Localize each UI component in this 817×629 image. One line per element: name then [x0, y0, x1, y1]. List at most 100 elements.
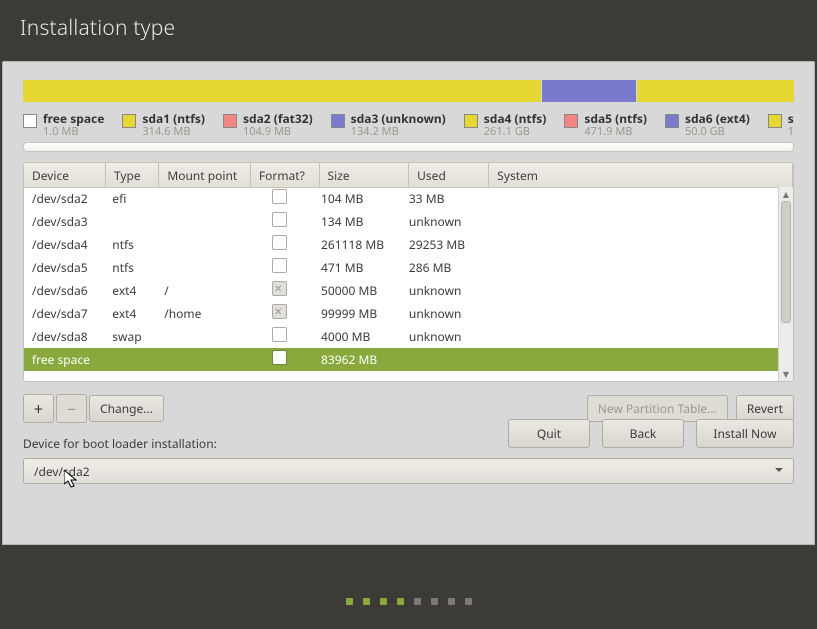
cell-size: 261118 MB — [313, 236, 401, 253]
legend-swatch — [223, 114, 237, 128]
legend-item: sda6 (ext4)50.0 GB — [665, 112, 750, 138]
pager-pip — [380, 598, 387, 605]
cell-type: ntfs — [104, 236, 156, 253]
cell-mount: / — [156, 282, 246, 299]
format-checkbox[interactable] — [272, 189, 287, 204]
table-row[interactable]: free space 83962 MB — [24, 348, 779, 371]
legend-swatch — [564, 114, 578, 128]
cell-device: free space — [24, 351, 104, 368]
cell-size: 134 MB — [313, 213, 401, 230]
table-row[interactable]: /dev/sda7ext4/home 99999 MBunknown — [24, 302, 779, 325]
pager-pip — [414, 598, 421, 605]
legend-swatch — [665, 114, 679, 128]
cell-type: efi — [104, 190, 156, 207]
legend-size: 134.2 MB — [351, 126, 446, 139]
legend-scrollbar[interactable] — [23, 142, 794, 152]
format-checkbox[interactable] — [272, 327, 287, 342]
pager-pip — [346, 598, 353, 605]
table-row[interactable]: /dev/sda2efi104 MB33 MB — [24, 187, 779, 210]
table-row[interactable]: /dev/sda3 134 MBunknown — [24, 210, 779, 233]
legend-item: sda4 (ntfs)261.1 GB — [464, 112, 547, 138]
cell-size: 50000 MB — [313, 282, 401, 299]
cell-type: swap — [104, 328, 156, 345]
cell-device: /dev/sda6 — [24, 282, 104, 299]
legend-item: sda5 (ntfs)471.9 MB — [564, 112, 647, 138]
column-header[interactable]: Size — [320, 163, 410, 187]
format-checkbox[interactable] — [272, 304, 287, 319]
cell-size: 4000 MB — [313, 328, 401, 345]
legend-item: sda1 (ntfs)314.6 MB — [122, 112, 205, 138]
cell-used: unknown — [401, 213, 479, 230]
format-checkbox[interactable] — [272, 281, 287, 296]
column-header[interactable]: Format? — [251, 163, 320, 187]
legend-size: 104.9 MB — [243, 126, 313, 139]
cell-device: /dev/sda3 — [24, 213, 104, 230]
add-partition-button[interactable]: + — [23, 394, 54, 423]
cell-device: /dev/sda7 — [24, 305, 104, 322]
cell-device: /dev/sda8 — [24, 328, 104, 345]
partition-strip — [23, 80, 794, 102]
change-partition-button[interactable]: Change... — [89, 395, 164, 422]
cell-device: /dev/sda4 — [24, 236, 104, 253]
legend-size: 314.6 MB — [142, 126, 205, 139]
legend-size: 471.9 MB — [584, 126, 647, 139]
scroll-thumb[interactable] — [781, 201, 791, 323]
page-title: Installation type — [20, 14, 175, 42]
pager-pip — [397, 598, 404, 605]
table-row[interactable]: /dev/sda6ext4/ 50000 MBunknown — [24, 279, 779, 302]
cell-size: 83962 MB — [313, 351, 401, 368]
column-header[interactable]: Mount point — [159, 163, 251, 187]
scroll-down-icon[interactable]: ▼ — [779, 367, 793, 381]
column-header[interactable]: System — [489, 163, 793, 187]
cell-used: unknown — [401, 328, 479, 345]
column-header[interactable]: Device — [24, 163, 106, 187]
table-row[interactable]: /dev/sda4ntfs 261118 MB29253 MB — [24, 233, 779, 256]
quit-button[interactable]: Quit — [508, 419, 590, 448]
legend-item: sda7 (e100.0 GE — [768, 112, 794, 138]
pager-pip — [431, 598, 438, 605]
cell-size: 471 MB — [313, 259, 401, 276]
legend-swatch — [464, 114, 478, 128]
scroll-up-icon[interactable]: ▲ — [779, 187, 793, 201]
cell-size: 99999 MB — [313, 305, 401, 322]
format-checkbox[interactable] — [272, 350, 287, 365]
cell-used: 29253 MB — [401, 236, 479, 253]
column-header[interactable]: Used — [409, 163, 489, 187]
table-row[interactable]: /dev/sda8swap 4000 MBunknown — [24, 325, 779, 348]
legend-size: 50.0 GB — [685, 126, 750, 139]
format-checkbox[interactable] — [272, 212, 287, 227]
back-button[interactable]: Back — [602, 419, 684, 448]
legend-swatch — [122, 114, 136, 128]
cell-type: ext4 — [104, 305, 156, 322]
pager-pip — [448, 598, 455, 605]
legend-swatch — [23, 114, 37, 128]
table-row[interactable]: /dev/sda5ntfs 471 MB286 MB — [24, 256, 779, 279]
install-button[interactable]: Install Now — [696, 419, 794, 448]
cell-used: 33 MB — [401, 190, 479, 207]
pager-pip — [363, 598, 370, 605]
format-checkbox[interactable] — [272, 235, 287, 250]
legend-size: 100.0 GE — [788, 126, 794, 139]
cell-size: 104 MB — [313, 190, 401, 207]
cell-device: /dev/sda5 — [24, 259, 104, 276]
boot-loader-device-value: /dev/sda2 — [34, 463, 90, 480]
legend-item: sda2 (fat32)104.9 MB — [223, 112, 313, 138]
legend-item: free space1.0 MB — [23, 112, 104, 138]
cell-type: ntfs — [104, 259, 156, 276]
legend-size: 1.0 MB — [43, 126, 104, 139]
partition-legend: free space1.0 MB sda1 (ntfs)314.6 MB sda2 … — [23, 112, 794, 138]
column-header[interactable]: Type — [106, 163, 159, 187]
progress-pager — [0, 598, 817, 605]
remove-partition-button[interactable]: − — [56, 394, 87, 423]
legend-size: 261.1 GB — [484, 126, 547, 139]
cell-used: unknown — [401, 282, 479, 299]
pager-pip — [465, 598, 472, 605]
cell-type: ext4 — [104, 282, 156, 299]
boot-loader-device-select[interactable]: /dev/sda2 — [23, 458, 794, 484]
format-checkbox[interactable] — [272, 258, 287, 273]
cell-used: 286 MB — [401, 259, 479, 276]
cell-used: unknown — [401, 305, 479, 322]
table-scrollbar[interactable]: ▲ ▼ — [778, 187, 793, 381]
partition-table: DeviceTypeMount pointFormat?SizeUsedSyst… — [23, 162, 794, 382]
cell-mount: /home — [156, 305, 246, 322]
